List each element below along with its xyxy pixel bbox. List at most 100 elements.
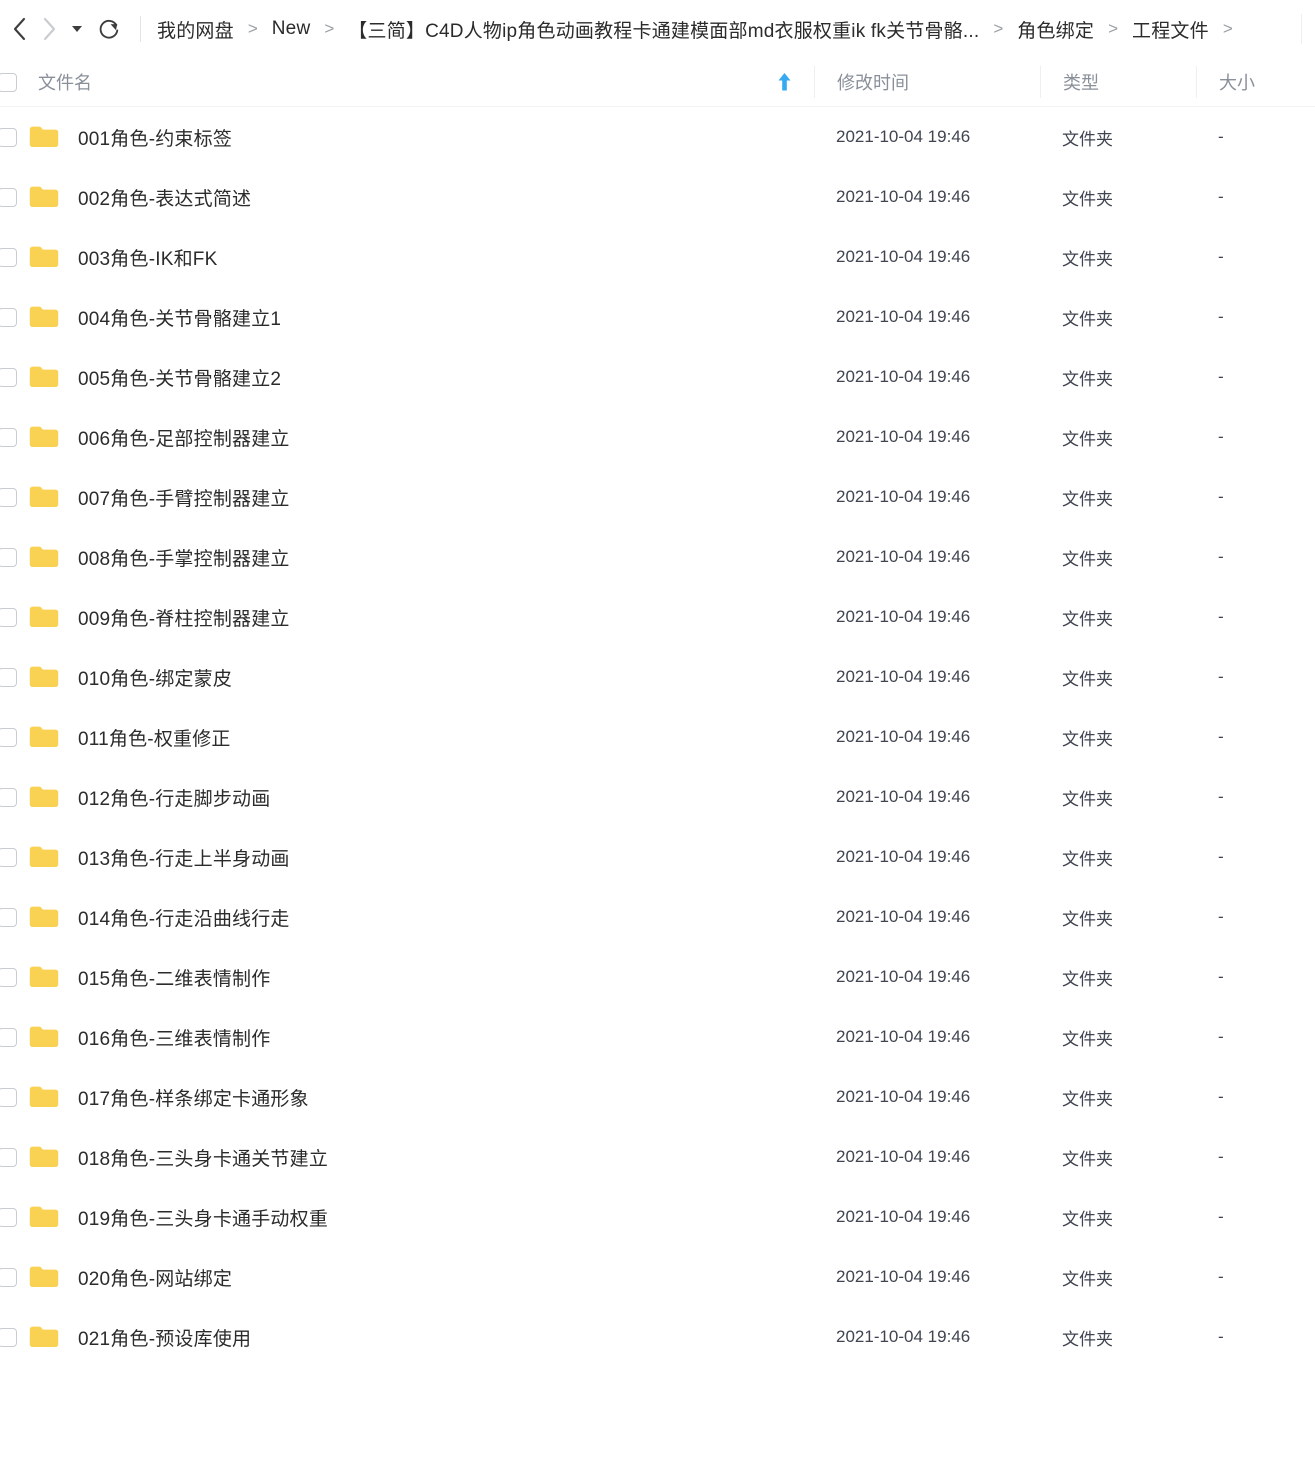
folder-icon [29,1026,59,1047]
file-name[interactable]: 005角色-关节骨骼建立2 [66,364,754,391]
toolbar-right-divider [1301,14,1302,44]
file-name[interactable]: 015角色-二维表情制作 [66,964,754,991]
row-checkbox[interactable] [0,607,22,627]
file-size: - [1218,907,1224,926]
row-checkbox[interactable] [0,787,22,807]
file-name[interactable]: 017角色-样条绑定卡通形象 [66,1084,754,1111]
table-row[interactable]: 015角色-二维表情制作 2021-10-04 19:46 文件夹 - [0,947,1315,1007]
row-checkbox[interactable] [0,127,22,147]
table-row[interactable]: 005角色-关节骨骼建立2 2021-10-04 19:46 文件夹 - [0,347,1315,407]
file-name[interactable]: 018角色-三头身卡通关节建立 [66,1144,754,1171]
table-row[interactable]: 006角色-足部控制器建立 2021-10-04 19:46 文件夹 - [0,407,1315,467]
breadcrumb-item-rigging[interactable]: 角色绑定 [1017,16,1094,43]
table-row[interactable]: 016角色-三维表情制作 2021-10-04 19:46 文件夹 - [0,1007,1315,1067]
folder-icon [29,546,59,567]
file-name[interactable]: 011角色-权重修正 [66,724,754,751]
table-row[interactable]: 014角色-行走沿曲线行走 2021-10-04 19:46 文件夹 - [0,887,1315,947]
file-name[interactable]: 006角色-足部控制器建立 [66,424,754,451]
table-row[interactable]: 011角色-权重修正 2021-10-04 19:46 文件夹 - [0,707,1315,767]
table-row[interactable]: 002角色-表达式简述 2021-10-04 19:46 文件夹 - [0,167,1315,227]
row-checkbox[interactable] [0,847,22,867]
file-modified-date: 2021-10-04 19:46 [836,1267,971,1286]
table-row[interactable]: 001角色-约束标签 2021-10-04 19:46 文件夹 - [0,107,1315,167]
breadcrumb-separator: > [1222,19,1233,38]
row-checkbox[interactable] [0,487,22,507]
file-name[interactable]: 016角色-三维表情制作 [66,1024,754,1051]
row-checkbox[interactable] [0,427,22,447]
row-checkbox[interactable] [0,247,22,267]
refresh-icon [99,19,119,39]
breadcrumb-item-project-files[interactable]: 工程文件 [1132,16,1209,43]
table-row[interactable]: 007角色-手臂控制器建立 2021-10-04 19:46 文件夹 - [0,467,1315,527]
file-name[interactable]: 003角色-IK和FK [66,244,754,271]
chevron-right-icon [43,17,56,41]
row-checkbox[interactable] [0,667,22,687]
table-row[interactable]: 008角色-手掌控制器建立 2021-10-04 19:46 文件夹 - [0,527,1315,587]
refresh-button[interactable] [92,13,126,45]
checkbox-box [0,1207,17,1227]
table-row[interactable]: 012角色-行走脚步动画 2021-10-04 19:46 文件夹 - [0,767,1315,827]
folder-icon [29,1326,59,1347]
file-name[interactable]: 010角色-绑定蒙皮 [66,664,754,691]
table-row[interactable]: 020角色-网站绑定 2021-10-04 19:46 文件夹 - [0,1247,1315,1307]
caret-down-icon [72,26,82,32]
folder-icon [29,1086,59,1107]
table-row[interactable]: 019角色-三头身卡通手动权重 2021-10-04 19:46 文件夹 - [0,1187,1315,1247]
column-header-filename[interactable]: 文件名 [22,69,754,95]
row-checkbox[interactable] [0,367,22,387]
folder-icon-cell [22,124,66,150]
history-dropdown-button[interactable] [64,13,90,45]
column-header-type[interactable]: 类型 [1040,66,1196,98]
forward-button[interactable] [34,13,64,45]
back-button[interactable] [4,13,34,45]
file-name[interactable]: 002角色-表达式简述 [66,184,754,211]
file-name[interactable]: 008角色-手掌控制器建立 [66,544,754,571]
file-name[interactable]: 021角色-预设库使用 [66,1324,754,1351]
column-header-modified[interactable]: 修改时间 [814,66,1040,98]
table-row[interactable]: 009角色-脊柱控制器建立 2021-10-04 19:46 文件夹 - [0,587,1315,647]
row-checkbox[interactable] [0,1267,22,1287]
file-type: 文件夹 [1062,609,1113,629]
file-name[interactable]: 004角色-关节骨骼建立1 [66,304,754,331]
file-name[interactable]: 007角色-手臂控制器建立 [66,484,754,511]
row-checkbox[interactable] [0,727,22,747]
checkbox-box [0,967,17,987]
file-name[interactable]: 009角色-脊柱控制器建立 [66,604,754,631]
row-checkbox[interactable] [0,187,22,207]
file-modified-date: 2021-10-04 19:46 [836,787,971,806]
row-checkbox[interactable] [0,967,22,987]
table-row[interactable]: 003角色-IK和FK 2021-10-04 19:46 文件夹 - [0,227,1315,287]
row-checkbox[interactable] [0,1147,22,1167]
breadcrumb-item-course[interactable]: 【三简】C4D人物ip角色动画教程卡通建模面部md衣服权重ik fk关节骨骼..… [348,16,979,43]
file-name[interactable]: 012角色-行走脚步动画 [66,784,754,811]
breadcrumb-item-new[interactable]: New [272,18,311,40]
table-row[interactable]: 013角色-行走上半身动画 2021-10-04 19:46 文件夹 - [0,827,1315,887]
file-name[interactable]: 020角色-网站绑定 [66,1264,754,1291]
file-name[interactable]: 001角色-约束标签 [66,124,754,151]
breadcrumb-separator: > [993,19,1004,38]
row-checkbox[interactable] [0,547,22,567]
checkbox-box [0,1027,17,1047]
table-row[interactable]: 018角色-三头身卡通关节建立 2021-10-04 19:46 文件夹 - [0,1127,1315,1187]
table-row[interactable]: 021角色-预设库使用 2021-10-04 19:46 文件夹 - [0,1307,1315,1367]
row-checkbox[interactable] [0,307,22,327]
table-row[interactable]: 004角色-关节骨骼建立1 2021-10-04 19:46 文件夹 - [0,287,1315,347]
select-all-checkbox[interactable] [0,72,22,92]
file-name[interactable]: 019角色-三头身卡通手动权重 [66,1204,754,1231]
row-checkbox[interactable] [0,1027,22,1047]
row-checkbox[interactable] [0,1087,22,1107]
row-checkbox[interactable] [0,1327,22,1347]
file-name[interactable]: 013角色-行走上半身动画 [66,844,754,871]
file-modified-date: 2021-10-04 19:46 [836,667,971,686]
row-checkbox[interactable] [0,907,22,927]
folder-icon [29,366,59,387]
file-name[interactable]: 014角色-行走沿曲线行走 [66,904,754,931]
sort-toggle[interactable] [754,71,814,93]
breadcrumb-item-root[interactable]: 我的网盘 [157,16,234,43]
file-size: - [1218,127,1224,146]
table-row[interactable]: 010角色-绑定蒙皮 2021-10-04 19:46 文件夹 - [0,647,1315,707]
column-header-size[interactable]: 大小 [1196,66,1315,98]
row-checkbox[interactable] [0,1207,22,1227]
table-row[interactable]: 017角色-样条绑定卡通形象 2021-10-04 19:46 文件夹 - [0,1067,1315,1127]
folder-icon-cell [22,484,66,510]
